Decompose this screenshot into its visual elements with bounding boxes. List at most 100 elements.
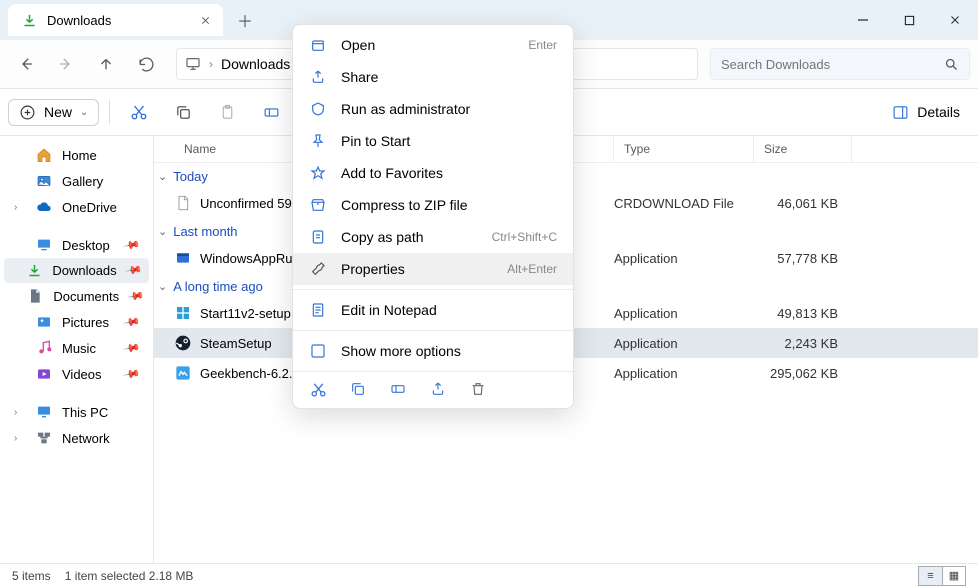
- close-window-button[interactable]: [932, 1, 978, 39]
- file-icon: [174, 334, 192, 352]
- grid-view-button[interactable]: ▦: [942, 566, 966, 586]
- download-icon: [22, 13, 37, 28]
- zip-icon: [309, 196, 327, 214]
- group-label: A long time ago: [173, 279, 263, 294]
- paste-button[interactable]: [208, 95, 246, 129]
- maximize-button[interactable]: [886, 1, 932, 39]
- file-name: Unconfirmed 59: [200, 196, 292, 211]
- col-type[interactable]: Type: [614, 136, 754, 162]
- chevron-right-icon[interactable]: ›: [209, 57, 213, 71]
- sidebar-item-gallery[interactable]: › Gallery: [4, 168, 149, 194]
- ctx-open[interactable]: Open Enter: [293, 29, 573, 61]
- search-icon[interactable]: [944, 57, 959, 72]
- ctx-label: Compress to ZIP file: [341, 197, 468, 213]
- cut-icon[interactable]: [309, 380, 327, 398]
- ctx-fav[interactable]: Add to Favorites: [293, 157, 573, 189]
- up-button[interactable]: [88, 46, 124, 82]
- pin-icon: 📌: [123, 236, 142, 255]
- chevron-down-icon: ⌄: [158, 170, 167, 183]
- back-button[interactable]: [8, 46, 44, 82]
- separator: [293, 289, 573, 290]
- details-label: Details: [917, 104, 960, 120]
- group-label: Today: [173, 169, 208, 184]
- ctx-pin[interactable]: Pin to Start: [293, 125, 573, 157]
- forward-button[interactable]: [48, 46, 84, 82]
- sidebar-item-videos[interactable]: › Videos 📌: [4, 361, 149, 387]
- sidebar-item-label: Desktop: [62, 238, 110, 253]
- file-type: Application: [614, 251, 754, 266]
- sidebar-item-label: Pictures: [62, 315, 109, 330]
- details-button[interactable]: Details: [882, 100, 970, 125]
- ctx-label: Edit in Notepad: [341, 302, 437, 318]
- monitor-icon: [185, 56, 201, 72]
- ctx-admin[interactable]: Run as administrator: [293, 93, 573, 125]
- ctx-label: Add to Favorites: [341, 165, 443, 181]
- share-icon[interactable]: [429, 380, 447, 398]
- admin-icon: [309, 100, 327, 118]
- status-bar: 5 items 1 item selected 2.18 MB ≡ ▦: [0, 563, 978, 587]
- copypath-icon: [309, 228, 327, 246]
- close-tab-icon[interactable]: [197, 12, 213, 28]
- ctx-label: Properties: [341, 261, 405, 277]
- list-view-button[interactable]: ≡: [918, 566, 942, 586]
- file-type: CRDOWNLOAD File: [614, 196, 754, 211]
- copy-button[interactable]: [164, 95, 202, 129]
- refresh-button[interactable]: [128, 46, 164, 82]
- props-icon: [309, 260, 327, 278]
- file-name: SteamSetup: [200, 336, 272, 351]
- sidebar-item-onedrive[interactable]: › OneDrive: [4, 194, 149, 220]
- tab-downloads[interactable]: Downloads: [8, 4, 223, 36]
- ctx-copypath[interactable]: Copy as path Ctrl+Shift+C: [293, 221, 573, 253]
- file-type: Application: [614, 336, 754, 351]
- ctx-share[interactable]: Share: [293, 61, 573, 93]
- open-icon: [309, 36, 327, 54]
- ctx-label: Run as administrator: [341, 101, 470, 117]
- sidebar-item-label: OneDrive: [62, 200, 117, 215]
- ctx-label: Open: [341, 37, 375, 53]
- ctx-props[interactable]: Properties Alt+Enter: [293, 253, 573, 285]
- rename-button[interactable]: [252, 95, 290, 129]
- copy-icon[interactable]: [349, 380, 367, 398]
- documents-icon: [27, 288, 43, 304]
- search-input[interactable]: [721, 57, 944, 72]
- sidebar-item-label: Downloads: [52, 263, 116, 278]
- home-icon: [36, 147, 52, 163]
- network-icon: [36, 430, 52, 446]
- ctx-action-row: [293, 371, 573, 404]
- plus-circle-icon: [19, 104, 36, 121]
- ctx-edit-notepad[interactable]: Edit in Notepad: [293, 294, 573, 326]
- breadcrumb-folder[interactable]: Downloads: [221, 56, 290, 72]
- sidebar-item-documents[interactable]: › Documents 📌: [4, 283, 149, 309]
- sidebar-item-pictures[interactable]: › Pictures 📌: [4, 309, 149, 335]
- context-menu: Open Enter Share Run as administrator Pi…: [292, 24, 574, 409]
- share-icon: [309, 68, 327, 86]
- file-size: 46,061 KB: [754, 196, 852, 211]
- rename-icon[interactable]: [389, 380, 407, 398]
- col-size[interactable]: Size: [754, 136, 852, 162]
- sidebar-item-label: Videos: [62, 367, 102, 382]
- file-type: Application: [614, 306, 754, 321]
- sidebar-item-desktop[interactable]: › Desktop 📌: [4, 232, 149, 258]
- sidebar-item-this pc[interactable]: › This PC: [4, 399, 149, 425]
- minimize-button[interactable]: [840, 1, 886, 39]
- file-icon: [174, 304, 192, 322]
- sidebar-item-label: Network: [62, 431, 110, 446]
- sidebar-item-network[interactable]: › Network: [4, 425, 149, 451]
- sidebar-item-label: Home: [62, 148, 97, 163]
- search-box[interactable]: [710, 48, 970, 80]
- chevron-right-icon: ›: [14, 433, 26, 444]
- new-tab-button[interactable]: ＋: [229, 4, 261, 36]
- new-button[interactable]: New ⌄: [8, 99, 99, 126]
- sidebar-item-home[interactable]: › Home: [4, 142, 149, 168]
- cut-button[interactable]: [120, 95, 158, 129]
- notepad-icon: [309, 301, 327, 319]
- ctx-more-options[interactable]: Show more options: [293, 335, 573, 367]
- status-items: 5 items: [12, 569, 51, 583]
- onedrive-icon: [36, 199, 52, 215]
- ctx-zip[interactable]: Compress to ZIP file: [293, 189, 573, 221]
- sidebar-item-downloads[interactable]: › Downloads 📌: [4, 258, 149, 283]
- delete-icon[interactable]: [469, 380, 487, 398]
- file-name: WindowsAppRun: [200, 251, 300, 266]
- pin-icon: 📌: [123, 339, 142, 358]
- sidebar-item-music[interactable]: › Music 📌: [4, 335, 149, 361]
